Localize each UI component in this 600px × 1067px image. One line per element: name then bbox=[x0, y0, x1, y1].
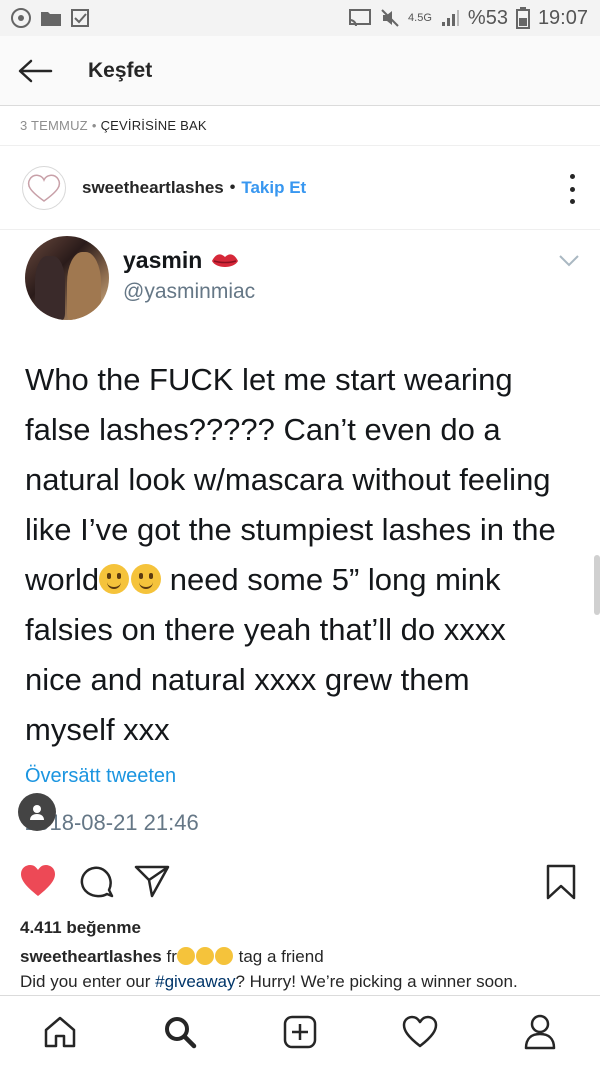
caption-line-2: Did you enter our #giveaway? Hurry! We’r… bbox=[20, 972, 518, 991]
post-image[interactable]: yasmin @yasminmiac Who the FUCK let me s… bbox=[0, 230, 600, 850]
battery-icon bbox=[515, 7, 530, 29]
follow-button[interactable]: Takip Et bbox=[241, 178, 306, 198]
comment-button[interactable] bbox=[78, 864, 114, 900]
folder-icon bbox=[40, 8, 62, 28]
mute-icon bbox=[380, 8, 400, 28]
post-actions bbox=[0, 856, 600, 912]
nav-search[interactable] bbox=[150, 1002, 210, 1062]
scrollbar[interactable] bbox=[594, 555, 600, 615]
laughing-emoji-icon bbox=[214, 947, 233, 965]
bottom-navigation bbox=[0, 995, 600, 1067]
back-arrow-icon bbox=[18, 59, 53, 82]
post-caption: sweetheartlashes fr tag a friend Did you… bbox=[20, 944, 585, 994]
signal-icon bbox=[440, 8, 460, 28]
checkbox-icon bbox=[70, 8, 90, 28]
hashtag-link[interactable]: #giveaway bbox=[155, 972, 235, 991]
clock: 19:07 bbox=[537, 6, 588, 29]
cast-icon bbox=[348, 8, 372, 28]
save-button[interactable] bbox=[545, 864, 577, 900]
like-button[interactable] bbox=[20, 864, 56, 898]
battery-percent: %53 bbox=[467, 6, 508, 29]
tweet-display-name: yasmin bbox=[123, 247, 203, 273]
post-username[interactable]: sweetheartlashes bbox=[82, 178, 224, 198]
post-header: sweetheartlashes • Takip Et bbox=[0, 146, 600, 230]
status-bar: 4.5G %53 19:07 bbox=[0, 0, 600, 36]
likes-count[interactable]: 4.411 beğenme bbox=[20, 918, 141, 938]
laughing-emoji-icon bbox=[195, 947, 214, 965]
separator-dot: • bbox=[229, 178, 236, 196]
search-icon bbox=[165, 1016, 197, 1048]
profile-icon bbox=[524, 1014, 556, 1049]
more-options-icon bbox=[569, 174, 575, 179]
heart-logo-icon bbox=[27, 174, 61, 202]
status-right: 4.5G %53 19:07 bbox=[348, 7, 588, 30]
caption-username[interactable]: sweetheartlashes bbox=[20, 947, 162, 966]
tweet-author: yasmin bbox=[123, 247, 240, 274]
post-meta: 3 TEMMUZ • ÇEVİRİSİNE BAK bbox=[0, 106, 600, 146]
tweet-avatar bbox=[25, 236, 109, 320]
separator-dot: • bbox=[91, 118, 97, 133]
tweet-handle: @yasminmiac bbox=[123, 280, 256, 303]
comment-icon bbox=[80, 866, 114, 898]
heart-filled-icon bbox=[21, 865, 55, 896]
network-label: 4.5G bbox=[408, 12, 432, 24]
share-icon bbox=[134, 865, 170, 898]
back-button[interactable] bbox=[0, 36, 70, 106]
sync-icon bbox=[10, 7, 32, 29]
status-left bbox=[10, 7, 90, 29]
app-header: Keşfet bbox=[0, 36, 600, 106]
laughing-emoji-icon bbox=[176, 947, 195, 965]
heart-icon bbox=[402, 1015, 438, 1047]
tweet-text: Who the FUCK let me start wearing false … bbox=[25, 362, 556, 747]
post-date: 3 TEMMUZ bbox=[20, 118, 88, 133]
chevron-down-icon bbox=[558, 254, 580, 273]
lips-icon bbox=[212, 253, 239, 267]
nav-add[interactable] bbox=[270, 1002, 330, 1062]
tagged-users-icon[interactable] bbox=[18, 793, 56, 831]
page-title: Keşfet bbox=[88, 58, 153, 82]
nav-home[interactable] bbox=[30, 1002, 90, 1062]
share-button[interactable] bbox=[134, 864, 170, 898]
brand-avatar[interactable] bbox=[22, 165, 66, 210]
add-icon bbox=[283, 1015, 317, 1048]
nav-activity[interactable] bbox=[390, 1002, 450, 1062]
more-options-button[interactable] bbox=[568, 174, 576, 204]
smile-emoji-icon bbox=[99, 564, 130, 594]
home-icon bbox=[44, 1016, 76, 1047]
caption-line-1: sweetheartlashes fr tag a friend bbox=[20, 947, 324, 966]
nav-profile[interactable] bbox=[510, 1002, 570, 1062]
smile-emoji-icon bbox=[131, 564, 162, 594]
see-translation-link[interactable]: ÇEVİRİSİNE BAK bbox=[101, 118, 207, 133]
bookmark-icon bbox=[546, 864, 576, 900]
translate-tweet-link: Översätt tweeten bbox=[25, 765, 177, 787]
